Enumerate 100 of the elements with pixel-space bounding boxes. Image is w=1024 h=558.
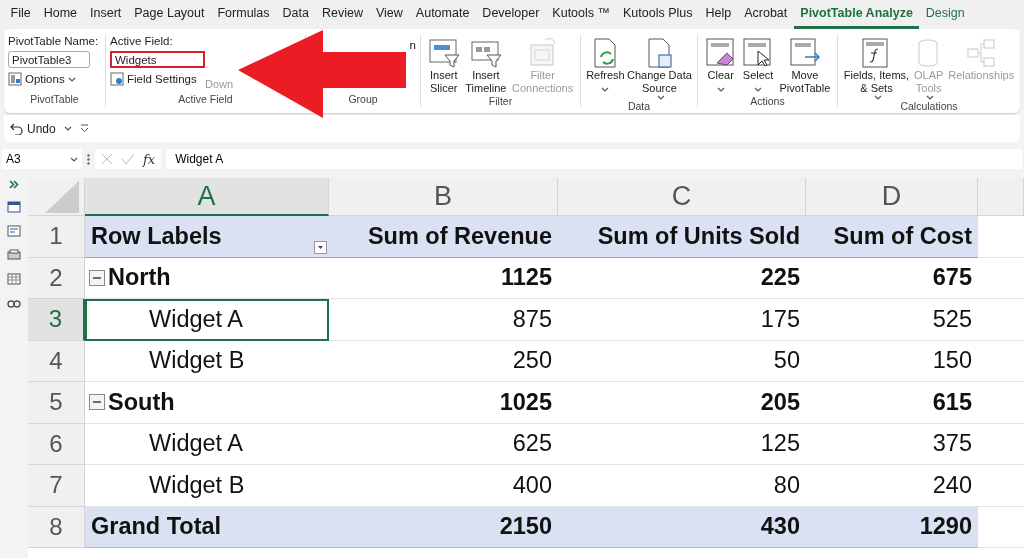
menu-tab[interactable]: Insert bbox=[83, 0, 128, 29]
group-label: Filter bbox=[487, 95, 514, 107]
ribbon-button[interactable]: Select bbox=[741, 35, 776, 95]
collapse-icon[interactable] bbox=[89, 394, 105, 411]
table-cell: 1025 bbox=[329, 382, 558, 424]
row-header[interactable]: 5 bbox=[28, 382, 85, 424]
menu-tab[interactable]: Data bbox=[276, 0, 316, 29]
table-cell: 175 bbox=[558, 299, 806, 341]
expand-icon[interactable] bbox=[9, 180, 19, 189]
customize-icon[interactable] bbox=[79, 124, 89, 133]
table-cell: 430 bbox=[558, 506, 806, 548]
table-cell: 400 bbox=[329, 465, 558, 507]
row-header[interactable]: 1 bbox=[28, 216, 85, 258]
eraser-icon bbox=[704, 37, 737, 69]
menu-tab[interactable]: Automate bbox=[409, 0, 476, 29]
ribbon-button[interactable]: Refresh bbox=[585, 35, 626, 100]
caret-icon[interactable] bbox=[754, 87, 763, 92]
ribbon-button[interactable]: Insert Timeline bbox=[464, 35, 508, 95]
menu-tab[interactable]: Page Layout bbox=[127, 0, 211, 29]
table-icon[interactable] bbox=[7, 273, 21, 285]
ribbon-button[interactable]: Clear bbox=[703, 35, 738, 95]
caret-icon[interactable] bbox=[873, 95, 882, 100]
table-cell: Widget A bbox=[85, 423, 329, 465]
formula-input[interactable]: Widget A bbox=[166, 149, 1022, 169]
name-field[interactable]: PivotTable3 bbox=[8, 51, 90, 68]
name-box[interactable]: A3 bbox=[2, 149, 82, 169]
printer-icon[interactable] bbox=[7, 249, 21, 261]
menu-tab[interactable]: Help bbox=[699, 0, 738, 29]
collapse-icon[interactable] bbox=[89, 269, 105, 286]
caret-icon[interactable] bbox=[656, 95, 665, 100]
table-cell[interactable]: Widget A bbox=[85, 299, 329, 341]
column-header[interactable]: B bbox=[329, 178, 558, 216]
table-cell: 875 bbox=[329, 299, 558, 341]
ribbon-button[interactable]: Fields, Items, & Sets bbox=[842, 35, 911, 100]
table-cell: Sum of Units Sold bbox=[558, 216, 806, 258]
options-icon bbox=[8, 72, 22, 86]
ribbon-button[interactable]: Insert Slicer bbox=[426, 35, 461, 95]
group-selection-button[interactable]: n bbox=[409, 39, 416, 93]
table-cell: Row Labels bbox=[91, 222, 222, 250]
settings-icon bbox=[110, 72, 124, 86]
filter-dropdown-icon[interactable] bbox=[314, 240, 327, 254]
menu-tab[interactable]: Review bbox=[315, 0, 370, 29]
table-cell: 2150 bbox=[329, 506, 558, 548]
row-header[interactable]: 7 bbox=[28, 465, 85, 507]
dropdown-icon[interactable] bbox=[70, 156, 78, 162]
active-field-input[interactable]: Widgets bbox=[110, 51, 205, 68]
table-cell: Widget B bbox=[85, 340, 329, 382]
caret-icon[interactable] bbox=[716, 87, 725, 92]
table-cell: 205 bbox=[558, 382, 806, 424]
group-label: Active Field bbox=[177, 93, 234, 107]
group-label: Calculations bbox=[899, 100, 959, 112]
pane-icon[interactable] bbox=[7, 201, 21, 213]
menu-tab[interactable]: Kutools ™ bbox=[545, 0, 617, 29]
row-header[interactable]: 8 bbox=[28, 506, 85, 548]
caret-icon[interactable] bbox=[67, 76, 76, 82]
more-icon[interactable] bbox=[87, 153, 90, 165]
relationships-icon bbox=[965, 37, 998, 69]
table-cell: 250 bbox=[329, 340, 558, 382]
row-header[interactable]: 2 bbox=[28, 257, 85, 299]
row-header[interactable]: 4 bbox=[28, 340, 85, 382]
table-cell: 1125 bbox=[329, 257, 558, 299]
ribbon-button[interactable]: Move PivotTable bbox=[778, 35, 832, 95]
column-header[interactable]: A bbox=[85, 178, 329, 216]
table-cell: 80 bbox=[558, 465, 806, 507]
group-label: PivotTable bbox=[29, 93, 80, 107]
binoculars-icon[interactable] bbox=[7, 297, 21, 309]
menu-tab[interactable]: Kutools Plus bbox=[616, 0, 699, 29]
field-label: PivotTable Name: bbox=[8, 35, 99, 47]
menu-tab[interactable]: Design bbox=[919, 0, 972, 29]
slicer-icon bbox=[427, 37, 460, 69]
group-label: Data bbox=[626, 100, 652, 112]
insert-function-button[interactable]: fx bbox=[143, 151, 156, 167]
ribbon-button[interactable]: Change Data Source bbox=[626, 35, 693, 100]
row-header[interactable]: 3 bbox=[28, 299, 85, 341]
column-header[interactable]: C bbox=[558, 178, 806, 216]
options-button[interactable]: Options bbox=[8, 72, 99, 86]
undo-button[interactable]: Undo bbox=[10, 121, 56, 136]
menu-tab[interactable]: Home bbox=[37, 0, 84, 29]
list-icon[interactable] bbox=[7, 225, 21, 237]
row-header[interactable]: 6 bbox=[28, 423, 85, 465]
table-cell: Grand Total bbox=[85, 506, 329, 548]
caret-icon[interactable] bbox=[601, 87, 610, 92]
caret-icon[interactable] bbox=[63, 126, 72, 131]
table-cell: 1290 bbox=[806, 506, 978, 548]
table-cell: 125 bbox=[558, 423, 806, 465]
menu-tab[interactable]: Acrobat bbox=[737, 0, 794, 29]
menu-tab[interactable]: View bbox=[369, 0, 410, 29]
table-cell: Sum of Cost bbox=[806, 216, 978, 258]
column-header[interactable]: D bbox=[806, 178, 978, 216]
table-cell: Sum of Revenue bbox=[329, 216, 558, 258]
table-cell: 225 bbox=[558, 257, 806, 299]
menu-tab[interactable]: Formulas bbox=[210, 0, 277, 29]
table-cell: 50 bbox=[558, 340, 806, 382]
table-cell: 625 bbox=[329, 423, 558, 465]
menu-tab[interactable]: Developer bbox=[475, 0, 546, 29]
table-cell: North bbox=[108, 264, 171, 292]
field-settings-button[interactable]: Field Settings bbox=[110, 72, 205, 86]
field-label: Active Field: bbox=[110, 35, 174, 47]
menu-tab[interactable]: File bbox=[4, 0, 38, 29]
move-table-icon bbox=[788, 37, 821, 69]
